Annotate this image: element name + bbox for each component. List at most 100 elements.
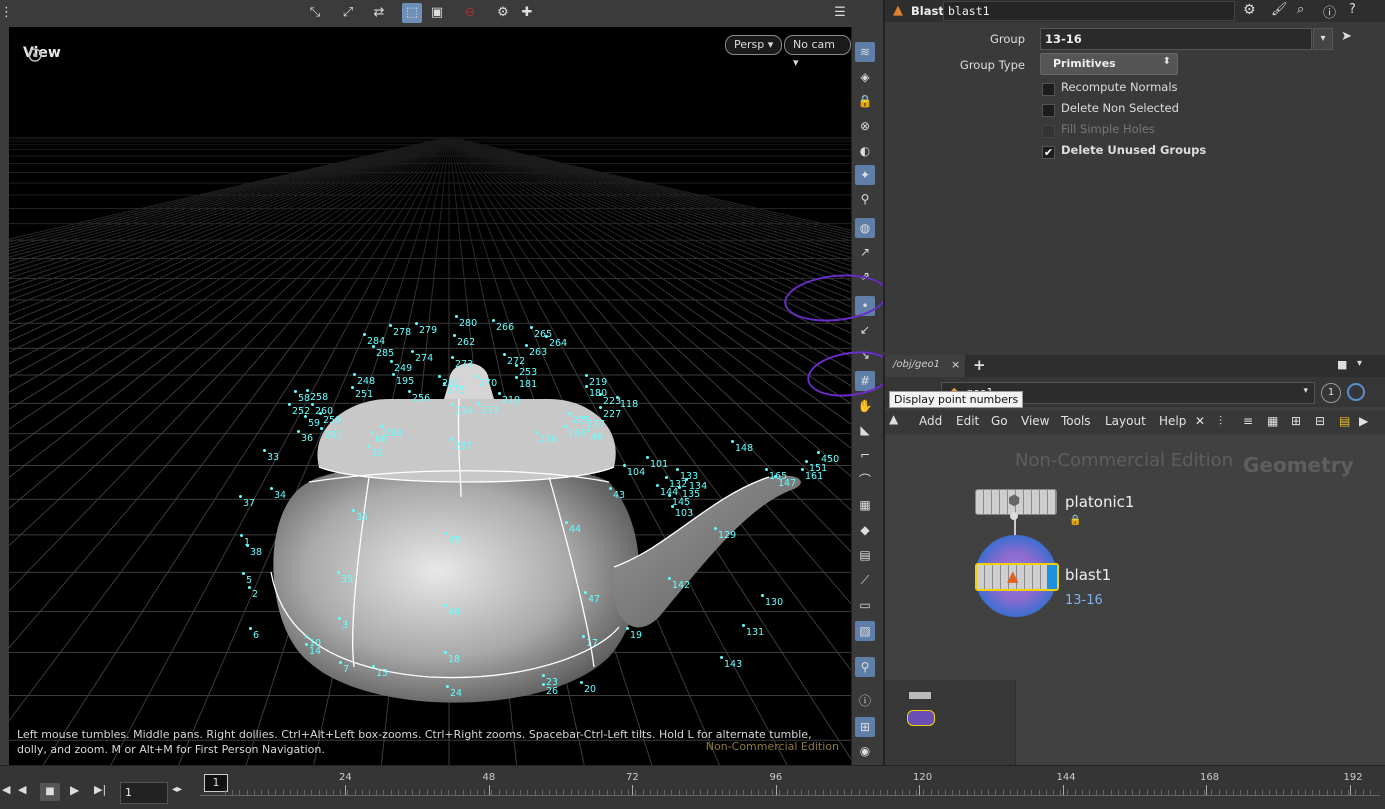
display-texture-icon[interactable]: ▦ xyxy=(855,495,875,515)
point-marker xyxy=(678,486,681,489)
menu-go[interactable]: Go xyxy=(991,414,1008,428)
3d-viewport[interactable]: View Persp ▾ No cam ▾ 279 280 266 265 278 262… xyxy=(9,27,851,765)
ruler-minor-tick xyxy=(937,790,939,795)
display-primitive-numbers-icon[interactable]: ✋ xyxy=(855,396,875,416)
display-vertex-icon[interactable]: ◣ xyxy=(855,420,875,440)
help-icon[interactable]: ? xyxy=(1349,2,1356,17)
maximize-icon[interactable]: ■ xyxy=(1337,358,1347,371)
group-dropdown-button[interactable]: ▾ xyxy=(1313,28,1333,50)
display-flag[interactable] xyxy=(1047,565,1057,589)
tree-icon[interactable]: ⫶ xyxy=(1219,414,1222,429)
lights-icon[interactable]: ⚲ xyxy=(855,189,875,209)
display-hull-icon[interactable]: ⟋ xyxy=(855,570,875,590)
output-port[interactable] xyxy=(1010,512,1018,520)
fill-simple-holes-checkbox[interactable] xyxy=(1042,125,1055,138)
display-pin-icon[interactable]: ⚲ xyxy=(855,657,875,677)
tab-obj-geo1[interactable]: /obj/geo1 × xyxy=(885,355,965,377)
layout-icon[interactable]: ⊟ xyxy=(1315,414,1325,428)
eye-icon[interactable]: ◉ xyxy=(855,741,875,761)
play-icon[interactable]: ▶ xyxy=(70,783,79,797)
projection-menu[interactable]: Persp ▾ xyxy=(725,35,783,55)
snap-icon[interactable]: ⚙ xyxy=(493,3,513,23)
display-background-icon[interactable]: ▨ xyxy=(855,621,875,641)
select-arrow-icon[interactable]: ➤ xyxy=(1341,29,1352,44)
timeline-ruler[interactable]: 1 24 48 72 96 120 144 168 192 xyxy=(200,768,1380,806)
lock-icon[interactable]: 🔒 xyxy=(855,91,875,111)
more-icon[interactable]: ▶ xyxy=(1359,414,1368,428)
frame-field[interactable]: 1 xyxy=(120,782,168,804)
visualize-icon[interactable]: ◍ xyxy=(855,218,875,238)
display-profiles-icon[interactable]: ⌒ xyxy=(855,470,875,490)
grid-icon[interactable]: ⊞ xyxy=(1291,414,1301,428)
point-marker xyxy=(525,344,528,347)
group-type-select[interactable]: Primitives ⬍ xyxy=(1040,53,1178,75)
display-guides-icon[interactable]: ◈ xyxy=(855,67,875,87)
point-number-label: 233 xyxy=(481,405,500,416)
light-icon[interactable]: ✦ xyxy=(855,165,875,185)
display-point-normals-icon[interactable]: ↙ xyxy=(855,320,875,340)
menu-add[interactable]: Add xyxy=(919,414,942,428)
brush-icon[interactable]: 🖌 xyxy=(1271,2,1288,17)
select-tool-icon[interactable]: ⤡ xyxy=(305,3,325,23)
platonic1-node[interactable]: ⬢ xyxy=(975,489,1057,515)
sticky-note-icon[interactable]: ▤ xyxy=(1339,414,1350,428)
pane-menu-handle[interactable]: ⋮ xyxy=(0,3,13,23)
select-groups-icon[interactable]: ⬚ xyxy=(402,3,422,23)
stop-button[interactable]: ■ xyxy=(40,783,60,801)
network-navigator[interactable] xyxy=(885,680,1016,765)
menu-edit[interactable]: Edit xyxy=(956,414,979,428)
camera-icon[interactable]: ▣ xyxy=(427,3,447,23)
point-marker xyxy=(583,416,586,419)
menu-tools[interactable]: Tools xyxy=(1061,414,1091,428)
recompute-normals-checkbox[interactable] xyxy=(1042,83,1055,96)
jump-start-icon[interactable]: ◀ xyxy=(2,783,10,796)
badge[interactable]: 1 xyxy=(1321,383,1341,403)
prev-key-icon[interactable]: ◂▸ xyxy=(172,784,182,795)
no-entry-icon[interactable]: ⊖ xyxy=(460,3,480,23)
grid-view-icon[interactable]: ⊞ xyxy=(855,717,875,737)
gear-icon[interactable]: ⚙ xyxy=(1243,2,1256,18)
menu-layout[interactable]: Layout xyxy=(1105,414,1146,428)
transform-icon[interactable]: ⇄ xyxy=(369,3,389,23)
network-canvas[interactable]: Non-Commercial Edition Geometry ⬢ platon… xyxy=(885,435,1385,765)
camera-menu[interactable]: No cam ▾ xyxy=(784,35,851,69)
link-icon[interactable] xyxy=(1347,383,1365,401)
wrench-icon[interactable]: ✕ xyxy=(1195,414,1205,428)
blast1-node[interactable]: ▲ xyxy=(975,563,1059,591)
point-marker xyxy=(297,430,300,433)
add-tab-icon[interactable]: + xyxy=(973,356,986,374)
group-field[interactable]: 13-16 xyxy=(1040,28,1312,50)
ruler-minor-tick xyxy=(1348,790,1350,795)
display-uv-icon[interactable]: ◆ xyxy=(855,520,875,540)
menu-view[interactable]: View xyxy=(1021,414,1049,428)
node-name-field[interactable]: blast1 xyxy=(943,1,1235,21)
ruler-minor-tick xyxy=(297,790,298,795)
display-map-icon[interactable]: ▤ xyxy=(855,545,875,565)
point-number-label: 258 xyxy=(310,392,329,403)
display-frame-icon[interactable]: ▭ xyxy=(855,595,875,615)
display-normals-icon[interactable]: ↗ xyxy=(855,242,875,262)
ruler-minor-tick xyxy=(873,790,874,795)
shading-icon[interactable]: ◐ xyxy=(855,141,875,161)
point-marker xyxy=(249,627,252,630)
ghost-icon[interactable]: ⊗ xyxy=(855,116,875,136)
ruler-minor-tick xyxy=(376,790,378,795)
delete-unused-groups-checkbox[interactable]: ✔ xyxy=(1042,146,1055,159)
delete-non-selected-checkbox[interactable] xyxy=(1042,104,1055,117)
step-back-icon[interactable]: ◀ xyxy=(18,783,26,796)
list-icon[interactable]: ≡ xyxy=(1243,414,1253,428)
display-edges-icon[interactable]: ⌐ xyxy=(855,445,875,465)
jump-end-icon[interactable]: ▶| xyxy=(94,783,106,796)
select-mode-icon[interactable]: ⤢ xyxy=(338,3,358,23)
search-icon[interactable]: ⌕ xyxy=(1297,2,1304,17)
scroll-up-icon[interactable]: ▲ xyxy=(889,412,898,426)
info-icon[interactable]: ⓘ xyxy=(1323,2,1336,21)
display-geometry-icon[interactable]: ≋ xyxy=(855,42,875,62)
display-options-icon[interactable]: ☰ xyxy=(830,3,850,23)
menu-help[interactable]: Help xyxy=(1159,414,1186,428)
close-icon[interactable]: × xyxy=(951,358,960,371)
info-icon[interactable]: ⓘ xyxy=(855,691,875,711)
palette-icon[interactable]: ▦ xyxy=(1267,414,1278,428)
handle-icon[interactable]: ✚ xyxy=(517,3,537,23)
pane-menu-icon[interactable]: ▾ xyxy=(1357,358,1362,369)
